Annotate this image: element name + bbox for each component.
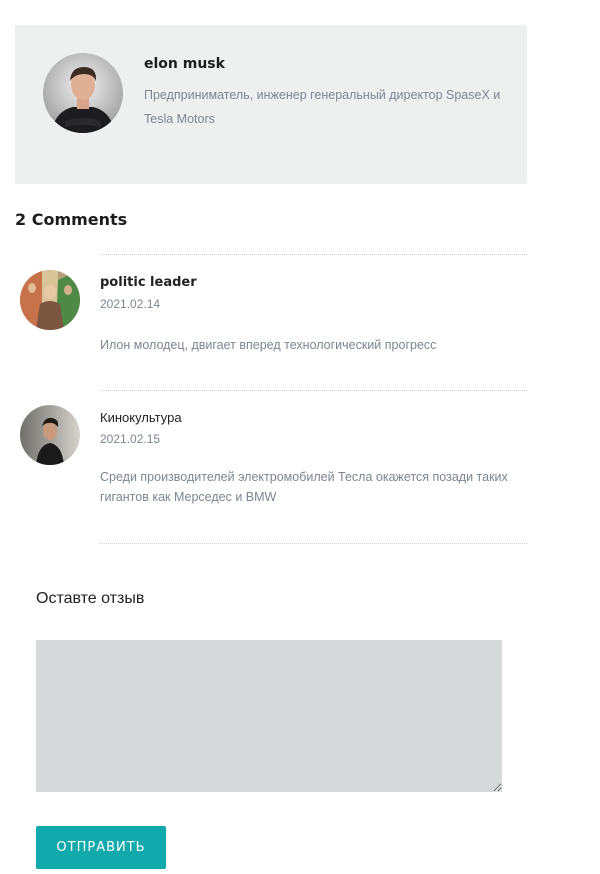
comment-text: Среди производителей электромобилей Тесл… xyxy=(100,470,508,504)
divider xyxy=(100,254,527,255)
author-name: elon musk xyxy=(144,56,225,72)
comment-date: 2021.02.14 xyxy=(100,297,161,311)
commenter-photo xyxy=(20,270,80,330)
author-card: elon musk Предприниматель, инженер генер… xyxy=(15,25,527,184)
submit-button[interactable]: ОТПРАВИТЬ xyxy=(36,826,166,869)
reply-title: Оставте отзыв xyxy=(36,590,145,607)
page: elon musk Предприниматель, инженер генер… xyxy=(0,0,600,874)
divider xyxy=(100,390,527,391)
author-bio: Предприниматель, инженер генеральный дир… xyxy=(144,88,501,126)
comment-text: Илон молодец, двигает вперед технологиче… xyxy=(100,338,437,352)
comments-title: 2 Comments xyxy=(15,210,128,229)
divider xyxy=(100,543,527,544)
comment-author[interactable]: politic leader xyxy=(100,275,197,290)
comment-author[interactable]: Кинокультура xyxy=(100,410,182,425)
commenter-photo xyxy=(20,405,80,465)
author-avatar xyxy=(43,53,123,133)
reply-textarea[interactable] xyxy=(36,640,502,792)
author-photo xyxy=(43,53,123,133)
comment-date: 2021.02.15 xyxy=(100,432,161,446)
comment-avatar xyxy=(20,270,80,330)
comment-item: politic leader 2021.02.14 Илон молодец, … xyxy=(20,270,527,380)
comment-item: Кинокультура 2021.02.15 Среди производит… xyxy=(20,405,527,535)
comment-avatar xyxy=(20,405,80,465)
